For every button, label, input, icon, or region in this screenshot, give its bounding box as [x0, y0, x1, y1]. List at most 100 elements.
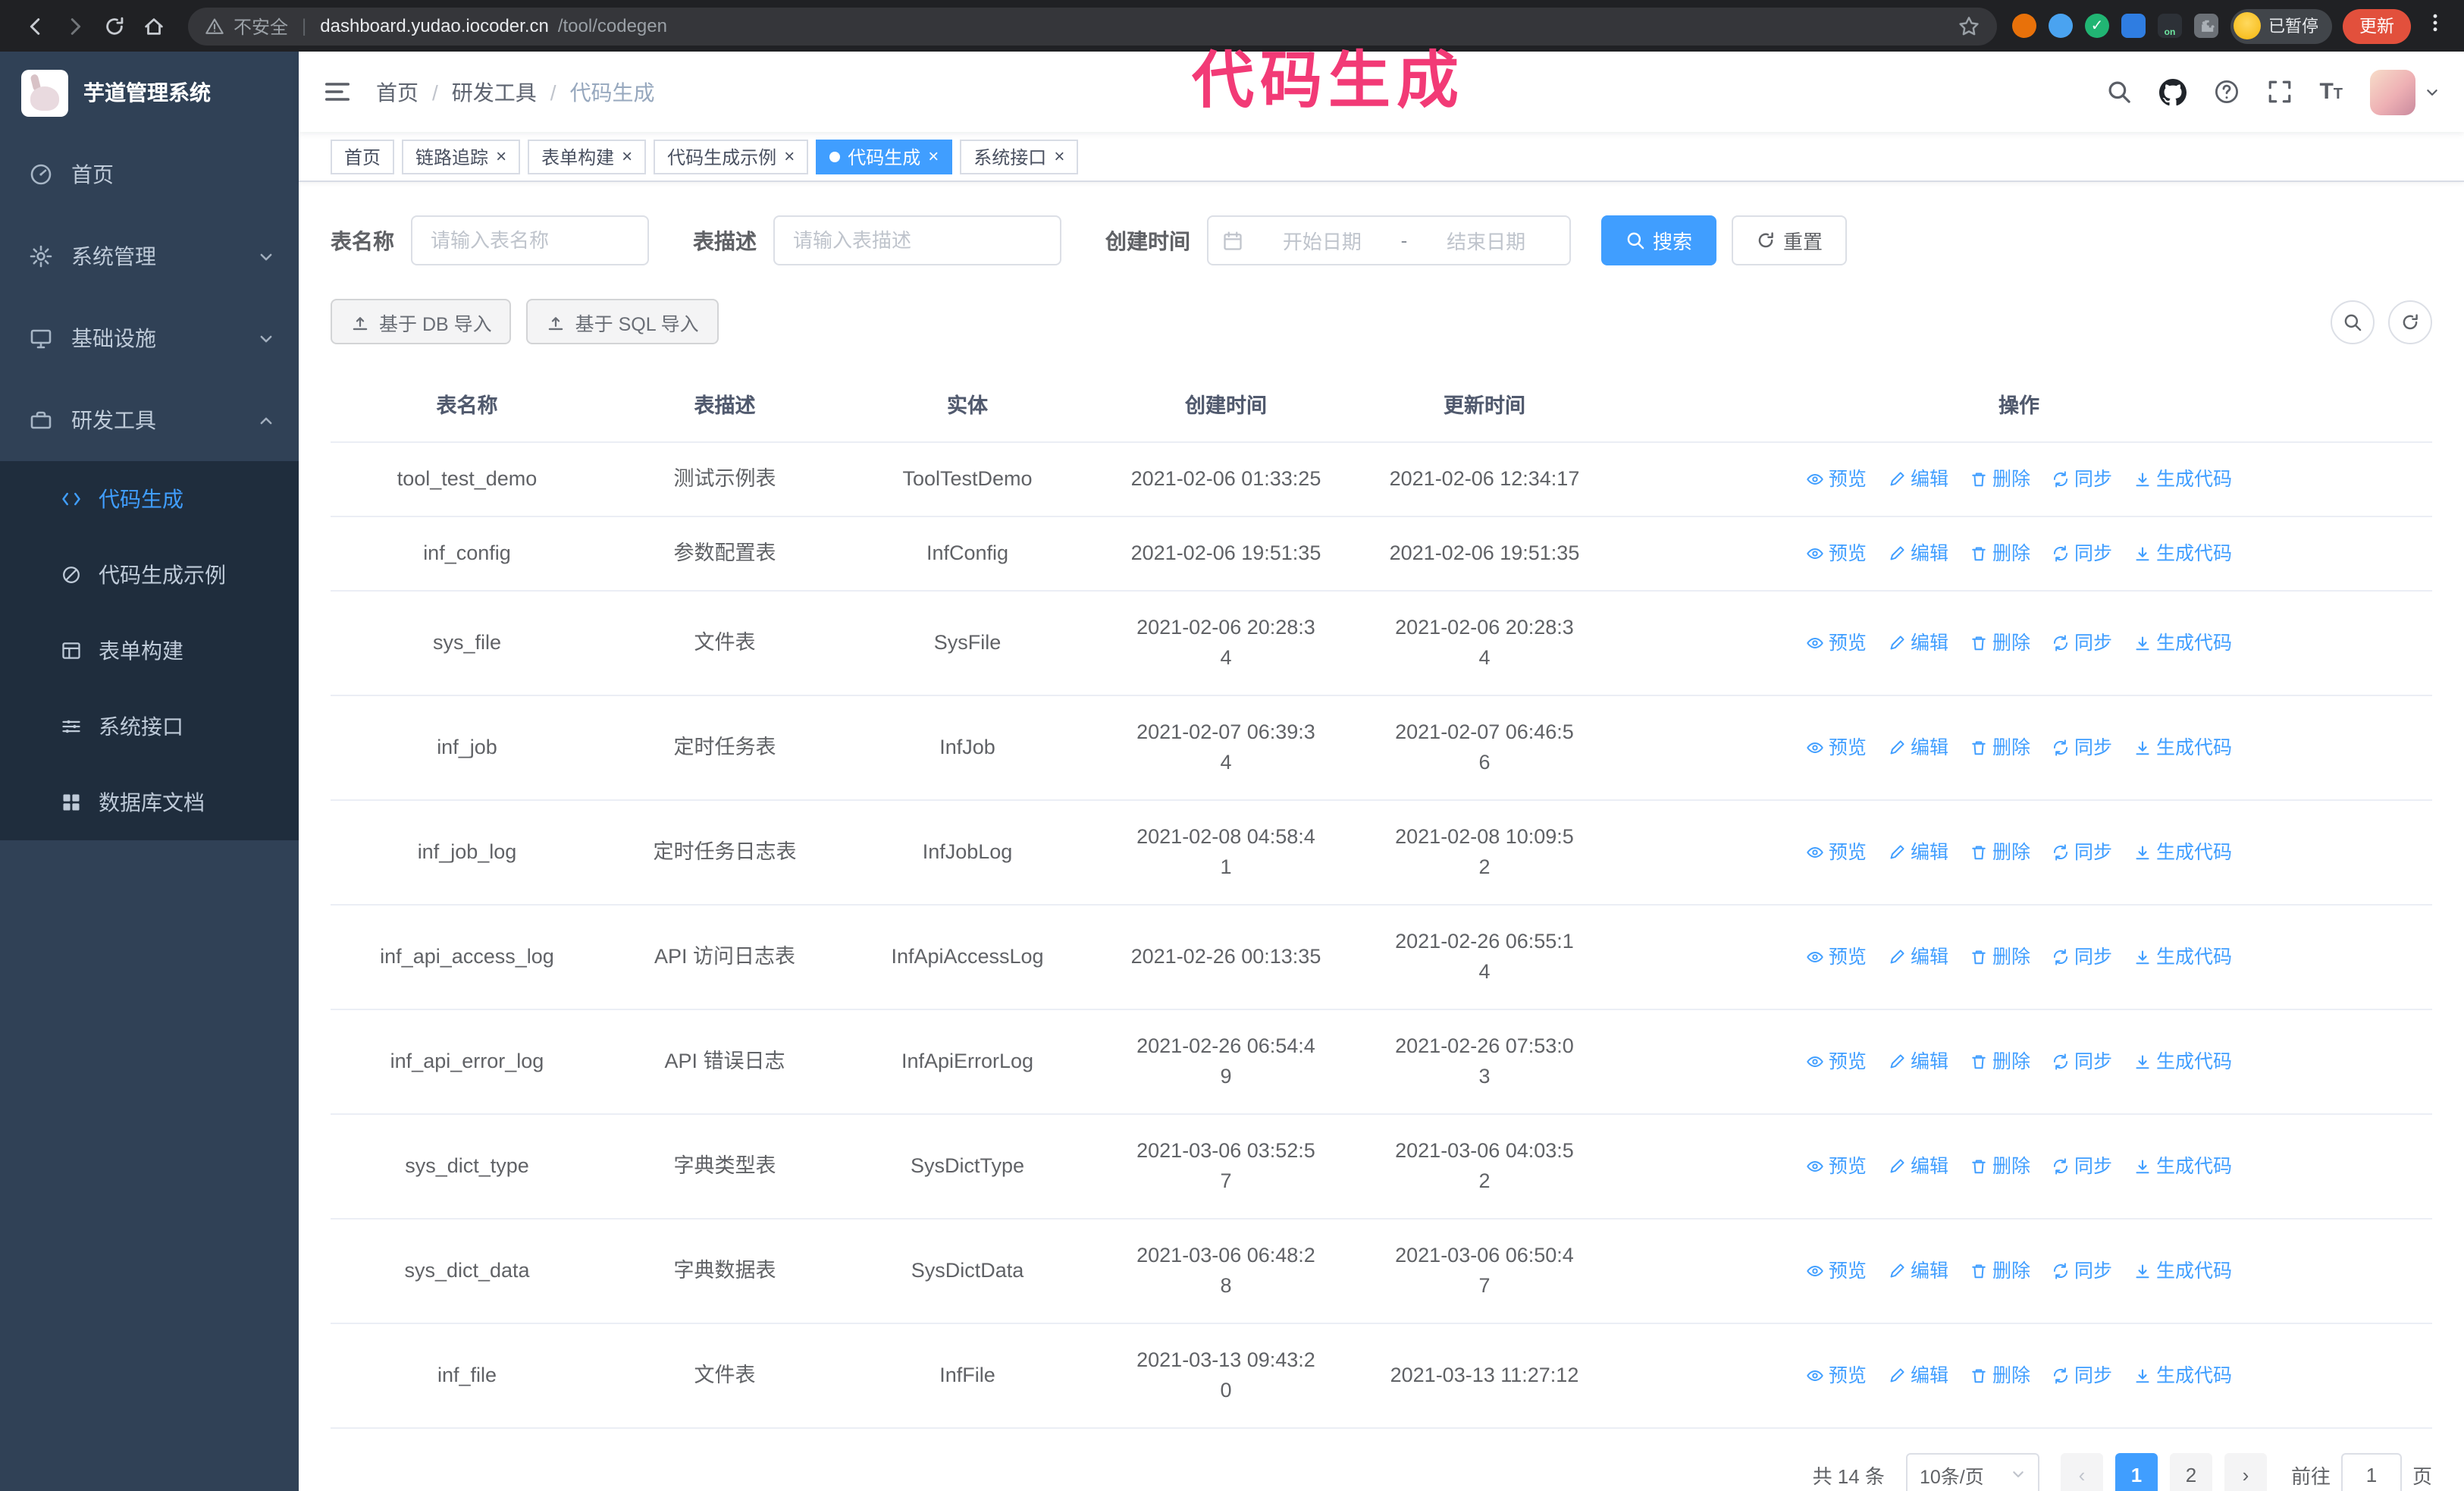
browser-profile-chip[interactable]: 已暂停	[2230, 8, 2332, 43]
close-icon[interactable]: ×	[622, 147, 632, 165]
delete-link[interactable]: 删除	[1970, 1256, 2030, 1286]
import-from-sql-button[interactable]: 基于 SQL 导入	[526, 299, 719, 344]
browser-forward-icon[interactable]	[55, 6, 94, 46]
close-icon[interactable]: ×	[784, 147, 795, 165]
preview-link[interactable]: 预览	[1806, 628, 1867, 658]
sidebar-item-home[interactable]: 首页	[0, 133, 299, 215]
tag-home[interactable]: 首页	[331, 139, 395, 174]
search-button[interactable]: 搜索	[1601, 215, 1717, 265]
sync-link[interactable]: 同步	[2052, 837, 2112, 868]
text-size-icon[interactable]: TT	[2319, 80, 2343, 103]
close-icon[interactable]: ×	[496, 147, 506, 165]
generate-code-link[interactable]: 生成代码	[2133, 1047, 2232, 1077]
tag-tracing[interactable]: 链路追踪 ×	[402, 139, 521, 174]
sync-link[interactable]: 同步	[2052, 628, 2112, 658]
edit-link[interactable]: 编辑	[1888, 733, 1948, 763]
create-time-range-picker[interactable]: 开始日期 - 结束日期	[1207, 215, 1571, 265]
fullscreen-icon[interactable]	[2266, 79, 2292, 105]
generate-code-link[interactable]: 生成代码	[2133, 733, 2232, 763]
blue-square-extension-icon[interactable]	[2121, 14, 2146, 38]
preview-link[interactable]: 预览	[1806, 942, 1867, 972]
breadcrumb-home[interactable]: 首页	[376, 77, 419, 107]
green-check-extension-icon[interactable]: ✓	[2085, 14, 2109, 38]
edit-link[interactable]: 编辑	[1888, 1256, 1948, 1286]
edit-link[interactable]: 编辑	[1888, 942, 1948, 972]
edit-link[interactable]: 编辑	[1888, 628, 1948, 658]
preview-link[interactable]: 预览	[1806, 1256, 1867, 1286]
browser-address-bar[interactable]: 不安全 | dashboard.yudao.iocoder.cn /tool/c…	[188, 7, 1997, 45]
sync-link[interactable]: 同步	[2052, 464, 2112, 494]
preview-link[interactable]: 预览	[1806, 837, 1867, 868]
sync-link[interactable]: 同步	[2052, 942, 2112, 972]
refresh-table-button[interactable]	[2388, 300, 2432, 344]
search-icon[interactable]	[2105, 79, 2131, 105]
browser-menu-icon[interactable]	[2422, 11, 2449, 40]
delete-link[interactable]: 删除	[1970, 733, 2030, 763]
sidebar-item-dev-tools[interactable]: 研发工具	[0, 379, 299, 461]
dark-on-extension-icon[interactable]: on	[2158, 14, 2182, 38]
tag-form-builder[interactable]: 表单构建 ×	[528, 139, 647, 174]
blue-drop-extension-icon[interactable]	[2049, 14, 2073, 38]
sidebar-item-system-management[interactable]: 系统管理	[0, 215, 299, 297]
table-desc-input[interactable]	[773, 215, 1061, 265]
bookmark-star-icon[interactable]	[1958, 14, 1980, 37]
sidebar-item-infrastructure[interactable]: 基础设施	[0, 297, 299, 379]
generate-code-link[interactable]: 生成代码	[2133, 837, 2232, 868]
delete-link[interactable]: 删除	[1970, 942, 2030, 972]
generate-code-link[interactable]: 生成代码	[2133, 538, 2232, 569]
delete-link[interactable]: 删除	[1970, 1151, 2030, 1182]
preview-link[interactable]: 预览	[1806, 733, 1867, 763]
sync-link[interactable]: 同步	[2052, 733, 2112, 763]
edit-link[interactable]: 编辑	[1888, 1047, 1948, 1077]
delete-link[interactable]: 删除	[1970, 538, 2030, 569]
breadcrumb-dev-tools[interactable]: 研发工具	[452, 77, 537, 107]
reset-button[interactable]: 重置	[1732, 215, 1848, 265]
preview-link[interactable]: 预览	[1806, 464, 1867, 494]
tag-system-api[interactable]: 系统接口 ×	[960, 139, 1079, 174]
import-from-db-button[interactable]: 基于 DB 导入	[331, 299, 512, 344]
edit-link[interactable]: 编辑	[1888, 1151, 1948, 1182]
generate-code-link[interactable]: 生成代码	[2133, 464, 2232, 494]
sidebar-item-database-doc[interactable]: 数据库文档	[0, 764, 299, 840]
preview-link[interactable]: 预览	[1806, 1151, 1867, 1182]
user-menu[interactable]	[2370, 69, 2440, 115]
sidebar-toggle-icon[interactable]	[323, 77, 352, 106]
sync-link[interactable]: 同步	[2052, 1151, 2112, 1182]
goto-page-input[interactable]	[2340, 1453, 2402, 1491]
generate-code-link[interactable]: 生成代码	[2133, 942, 2232, 972]
browser-back-icon[interactable]	[15, 6, 55, 46]
sync-link[interactable]: 同步	[2052, 1256, 2112, 1286]
page-2-button[interactable]: 2	[2169, 1453, 2212, 1491]
delete-link[interactable]: 删除	[1970, 837, 2030, 868]
close-icon[interactable]: ×	[1054, 147, 1064, 165]
orange-extension-icon[interactable]	[2012, 14, 2036, 38]
sync-link[interactable]: 同步	[2052, 538, 2112, 569]
delete-link[interactable]: 删除	[1970, 1047, 2030, 1077]
prev-page-button[interactable]: ‹	[2060, 1453, 2103, 1491]
preview-link[interactable]: 预览	[1806, 1361, 1867, 1391]
github-icon[interactable]	[2158, 78, 2186, 105]
preview-link[interactable]: 预览	[1806, 1047, 1867, 1077]
generate-code-link[interactable]: 生成代码	[2133, 1151, 2232, 1182]
delete-link[interactable]: 删除	[1970, 464, 2030, 494]
generate-code-link[interactable]: 生成代码	[2133, 1361, 2232, 1391]
tag-codegen-active[interactable]: 代码生成 ×	[816, 139, 953, 174]
question-icon[interactable]	[2213, 79, 2239, 105]
puzzle-extensions-icon[interactable]	[2194, 14, 2218, 38]
delete-link[interactable]: 删除	[1970, 628, 2030, 658]
table-name-input[interactable]	[411, 215, 649, 265]
sidebar-item-code-generation-example[interactable]: 代码生成示例	[0, 537, 299, 613]
page-1-button[interactable]: 1	[2114, 1453, 2158, 1491]
sidebar-item-system-api[interactable]: 系统接口	[0, 689, 299, 764]
toggle-search-button[interactable]	[2331, 300, 2375, 344]
next-page-button[interactable]: ›	[2224, 1453, 2267, 1491]
generate-code-link[interactable]: 生成代码	[2133, 1256, 2232, 1286]
sidebar-item-code-generation[interactable]: 代码生成	[0, 461, 299, 537]
close-icon[interactable]: ×	[928, 147, 939, 165]
preview-link[interactable]: 预览	[1806, 538, 1867, 569]
sync-link[interactable]: 同步	[2052, 1361, 2112, 1391]
sync-link[interactable]: 同步	[2052, 1047, 2112, 1077]
browser-update-button[interactable]: 更新	[2343, 8, 2411, 43]
edit-link[interactable]: 编辑	[1888, 837, 1948, 868]
delete-link[interactable]: 删除	[1970, 1361, 2030, 1391]
